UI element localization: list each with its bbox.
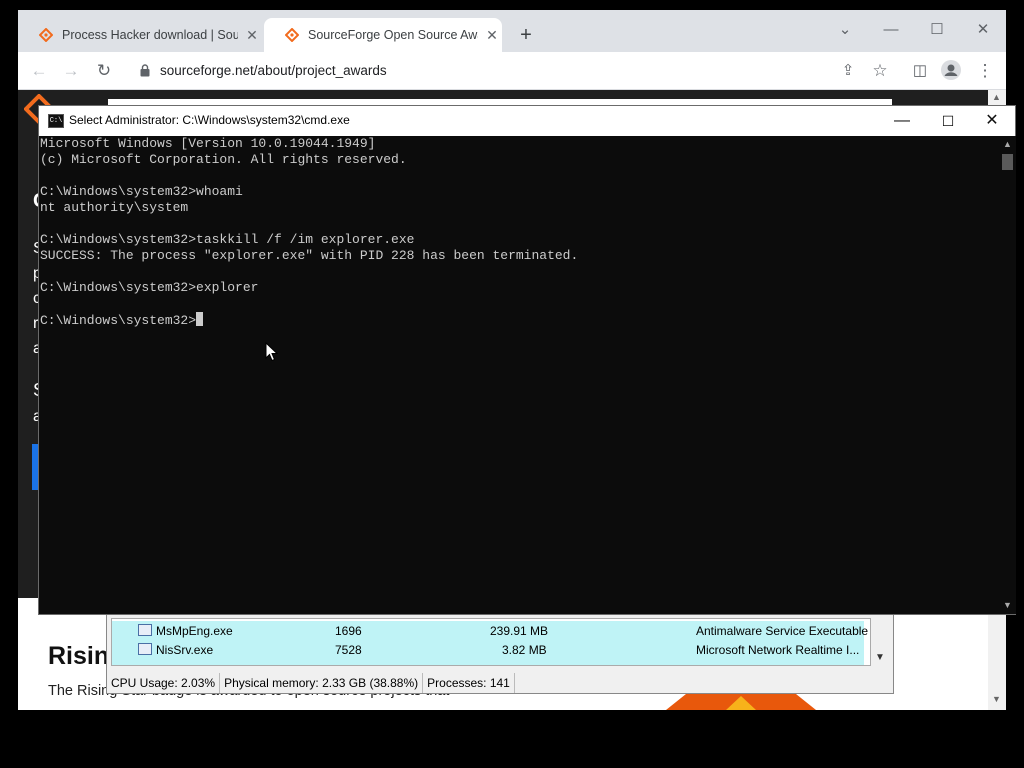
lock-icon[interactable] xyxy=(140,64,150,77)
process-name: MsMpEng.exe xyxy=(156,624,233,638)
address-bar[interactable]: sourceforge.net/about/project_awards xyxy=(160,63,387,78)
new-tab-button[interactable]: + xyxy=(516,24,536,46)
console-line: nt authority\system xyxy=(40,200,189,215)
close-tab-icon[interactable]: ✕ xyxy=(484,27,500,43)
console-line: SUCCESS: The process "explorer.exe" with… xyxy=(40,248,579,263)
reload-icon[interactable]: ↻ xyxy=(93,60,115,82)
process-description: Microsoft Network Realtime I... xyxy=(696,643,860,657)
scroll-up-icon[interactable]: ▲ xyxy=(1003,139,1012,149)
console-line: C:\Windows\system32>taskkill /f /im expl… xyxy=(40,232,415,247)
process-icon xyxy=(138,624,152,636)
process-memory: 3.82 MB xyxy=(502,643,547,657)
tab-strip: Process Hacker download | Sourc ✕ Source… xyxy=(18,10,1006,52)
scroll-up-icon[interactable]: ▲ xyxy=(992,92,1001,102)
sourceforge-favicon xyxy=(38,27,54,43)
menu-kebab-icon[interactable]: ⋮ xyxy=(974,60,996,82)
close-window-button[interactable]: ✕ xyxy=(960,16,1006,44)
scroll-down-icon[interactable]: ▼ xyxy=(1003,600,1012,610)
console-prompt-line[interactable]: C:\Windows\system32> xyxy=(40,312,204,328)
close-button[interactable]: ✕ xyxy=(969,106,1015,136)
cmd-scrollbar[interactable]: ▲ ▼ xyxy=(999,136,1016,614)
tab-process-hacker[interactable]: Process Hacker download | Sourc ✕ xyxy=(18,18,263,52)
cpu-usage: CPU Usage: 2.03% xyxy=(107,673,221,693)
cmd-titlebar[interactable]: C:\ Select Administrator: C:\Windows\sys… xyxy=(39,106,1015,136)
console-prompt: C:\Windows\system32> xyxy=(40,313,197,328)
back-arrow-icon[interactable]: ← xyxy=(28,60,50,82)
process-pid: 1696 xyxy=(335,624,362,638)
text-cursor xyxy=(196,312,204,326)
browser-toolbar: ← → ↻ sourceforge.net/about/project_awar… xyxy=(18,52,1006,90)
close-tab-icon[interactable]: ✕ xyxy=(244,27,260,43)
process-icon xyxy=(138,643,152,655)
table-row[interactable] xyxy=(112,659,864,665)
process-description: Antimalware Service Executable xyxy=(696,624,869,638)
cmd-icon[interactable]: C:\ xyxy=(48,114,64,128)
physical-memory: Physical memory: 2.33 GB (38.88%) xyxy=(220,673,424,693)
badge-graphic xyxy=(666,694,816,710)
table-row[interactable]: MsMpEng.exe 1696 239.91 MB Antimalware S… xyxy=(112,621,868,640)
scroll-thumb[interactable] xyxy=(1002,154,1013,170)
process-count: Processes: 141 xyxy=(423,673,515,693)
tab-title: SourceForge Open Source Award xyxy=(308,28,478,42)
process-list-scrollbar[interactable]: ▼ xyxy=(871,618,887,666)
scroll-down-icon[interactable]: ▼ xyxy=(992,694,1001,704)
minimize-button[interactable]: — xyxy=(879,106,925,136)
maximize-button[interactable]: ☐ xyxy=(914,16,960,44)
sourceforge-favicon xyxy=(284,27,300,43)
side-panel-icon[interactable]: ◫ xyxy=(909,60,931,82)
process-name: NisSrv.exe xyxy=(156,643,214,657)
console-line: Microsoft Windows [Version 10.0.19044.19… xyxy=(40,136,376,151)
process-memory: 239.91 MB xyxy=(490,624,549,638)
cmd-window: C:\ Select Administrator: C:\Windows\sys… xyxy=(38,105,1016,615)
status-bar: CPU Usage: 2.03% Physical memory: 2.33 G… xyxy=(107,673,895,693)
tab-title: Process Hacker download | Sourc xyxy=(62,28,238,42)
console-line: (c) Microsoft Corporation. All rights re… xyxy=(40,152,407,167)
console-line: C:\Windows\system32>whoami xyxy=(40,184,243,199)
profile-avatar-icon[interactable] xyxy=(940,60,962,82)
console-line: C:\Windows\system32>explorer xyxy=(40,280,259,295)
process-hacker-window: MsMpEng.exe 1696 239.91 MB Antimalware S… xyxy=(106,612,894,694)
minimize-button[interactable]: — xyxy=(868,16,914,44)
forward-arrow-icon[interactable]: → xyxy=(60,60,82,82)
tab-search-icon[interactable]: ⌄ xyxy=(822,16,868,44)
process-pid: 7528 xyxy=(335,643,362,657)
scroll-down-icon[interactable]: ▼ xyxy=(875,652,885,663)
bookmark-star-icon[interactable]: ☆ xyxy=(869,60,891,82)
tab-sourceforge-awards[interactable]: SourceForge Open Source Award ✕ xyxy=(264,18,502,52)
maximize-button[interactable]: ☐ xyxy=(925,106,971,136)
share-icon[interactable]: ⇪ xyxy=(837,60,859,82)
mouse-pointer-icon xyxy=(265,342,278,362)
cmd-title: Select Administrator: C:\Windows\system3… xyxy=(69,113,350,127)
console-output[interactable]: Microsoft Windows [Version 10.0.19044.19… xyxy=(39,136,999,614)
table-row[interactable]: NisSrv.exe 7528 3.82 MB Microsoft Networ… xyxy=(112,640,864,659)
process-list: MsMpEng.exe 1696 239.91 MB Antimalware S… xyxy=(111,618,871,666)
